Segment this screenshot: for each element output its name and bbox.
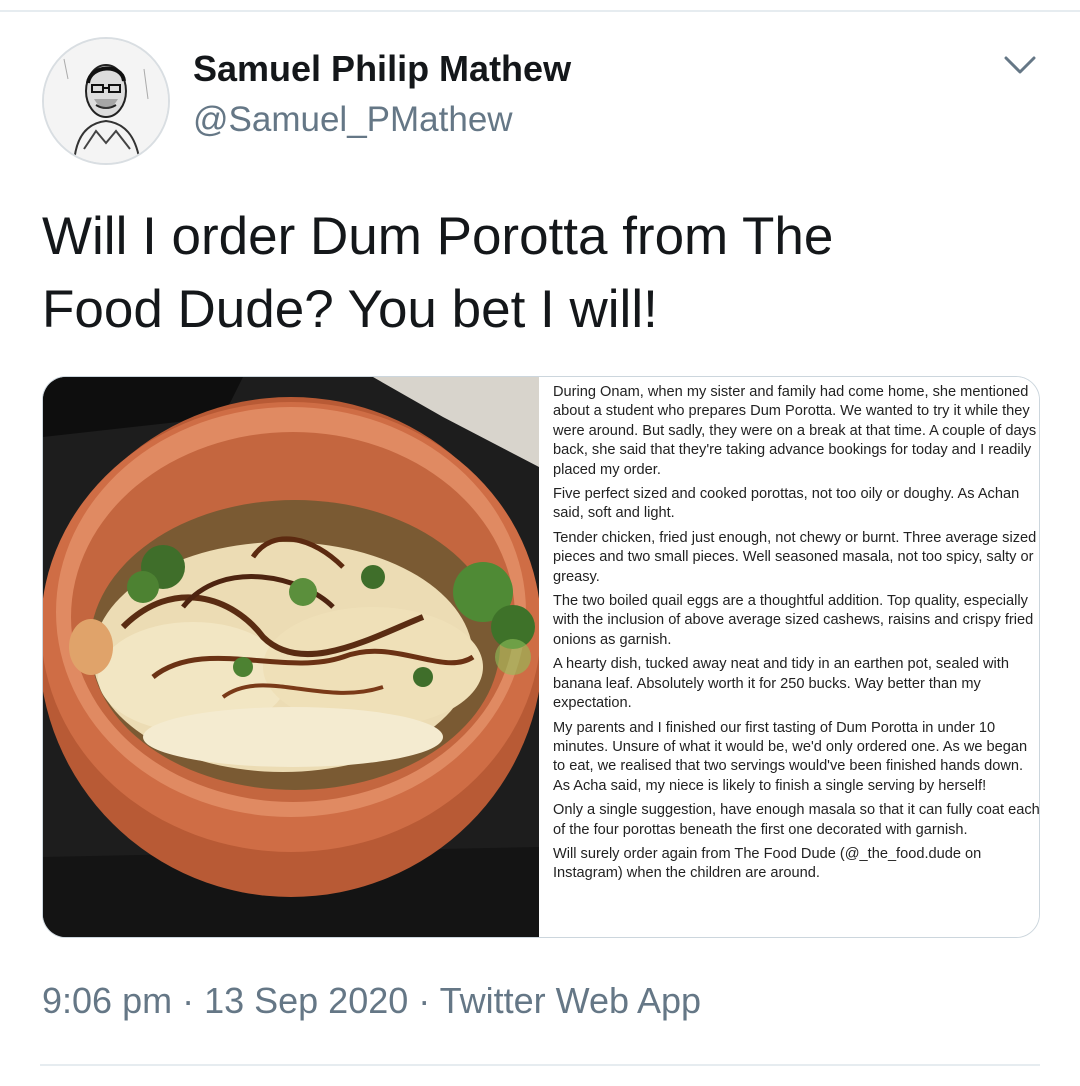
avatar[interactable] xyxy=(42,37,170,165)
review-paragraph: Tender chicken, fried just enough, not c… xyxy=(553,529,1039,587)
review-paragraph: Five perfect sized and cooked porottas, … xyxy=(553,485,1039,524)
review-paragraph: A hearty dish, tucked away neat and tidy… xyxy=(553,655,1039,713)
tweet-text-line: Will I order Dum Porotta from The xyxy=(42,207,834,266)
review-line: banana leaf. Absolutely worth it for 250… xyxy=(553,675,981,692)
review-line: greasy. xyxy=(553,568,600,585)
review-paragraph: Will surely order again from The Food Du… xyxy=(553,845,1039,884)
chevron-down-icon xyxy=(1004,56,1036,74)
review-line: said, soft and light. xyxy=(553,505,675,522)
tweet-time[interactable]: 9:06 pm xyxy=(42,980,172,1021)
review-paragraph: The two boiled quail eggs are a thoughtf… xyxy=(553,592,1039,650)
bottom-divider xyxy=(40,1064,1040,1066)
top-divider xyxy=(0,10,1080,12)
tweet-metadata: 9:06 pm · 13 Sep 2020 · Twitter Web App xyxy=(42,980,701,1022)
sketch-portrait-avatar-icon xyxy=(44,39,168,163)
author-display-name[interactable]: Samuel Philip Mathew xyxy=(193,48,571,90)
review-line: about a student who prepares Dum Porotta… xyxy=(553,403,1030,420)
author-handle[interactable]: @Samuel_PMathew xyxy=(193,100,513,140)
review-line: Five perfect sized and cooked porottas, … xyxy=(553,486,1020,503)
review-paragraph: During Onam, when my sister and family h… xyxy=(553,383,1039,480)
review-line: with the inclusion of above average size… xyxy=(553,612,1034,629)
review-line: During Onam, when my sister and family h… xyxy=(553,384,1029,400)
clay-pot-food-photo-icon xyxy=(43,377,543,937)
review-line: onions as garnish. xyxy=(553,631,672,648)
review-line: Tender chicken, fried just enough, not c… xyxy=(553,529,1037,546)
review-line: minutes. Unsure of what it would be, we'… xyxy=(553,738,1028,755)
review-line: pieces and two small pieces. Well season… xyxy=(553,549,1034,566)
review-line: Will surely order again from The Food Du… xyxy=(553,845,982,862)
review-line: were around. But sadly, they were on a b… xyxy=(553,422,1037,439)
review-line: Instagram) when the children are around. xyxy=(553,865,820,882)
review-line: A hearty dish, tucked away neat and tidy… xyxy=(553,656,1009,673)
review-line: My parents and I finished our first tast… xyxy=(553,719,996,736)
tweet-text-line: Food Dude? You bet I will! xyxy=(42,280,658,339)
review-paragraph: Only a single suggestion, have enough ma… xyxy=(553,801,1039,840)
tweet-date[interactable]: 13 Sep 2020 xyxy=(204,980,408,1021)
review-line: Only a single suggestion, have enough ma… xyxy=(553,802,1039,819)
review-text-panel: During Onam, when my sister and family h… xyxy=(543,377,1039,937)
food-photo[interactable] xyxy=(43,377,543,937)
review-line: back, she said that they're taking advan… xyxy=(553,442,1032,459)
review-line: to eat, we realised that two servings wo… xyxy=(553,758,1024,775)
review-line: expectation. xyxy=(553,695,632,712)
meta-separator: · xyxy=(408,980,440,1021)
media-card[interactable]: During Onam, when my sister and family h… xyxy=(42,376,1040,938)
tweet-source[interactable]: Twitter Web App xyxy=(440,980,701,1021)
tweet-text: Will I order Dum Porotta from The Food D… xyxy=(42,200,1032,346)
tweet-menu-button[interactable] xyxy=(1000,50,1040,80)
review-line: placed my order. xyxy=(553,461,661,478)
review-line: As Acha said, my niece is likely to fini… xyxy=(553,777,987,794)
review-line: of the four porottas beneath the first o… xyxy=(553,821,968,838)
review-line: The two boiled quail eggs are a thoughtf… xyxy=(553,593,1028,610)
meta-separator: · xyxy=(172,980,205,1021)
review-paragraph: My parents and I finished our first tast… xyxy=(553,719,1039,797)
